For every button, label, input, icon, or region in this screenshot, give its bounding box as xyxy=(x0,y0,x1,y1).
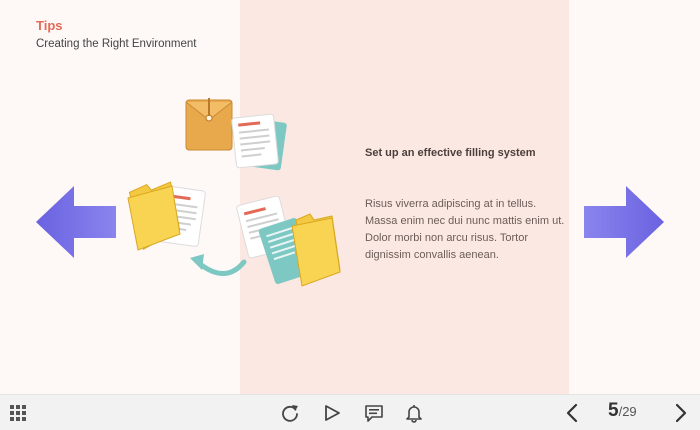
replay-button[interactable] xyxy=(278,401,302,425)
section-body: Risus viverra adipiscing at in tellus. M… xyxy=(365,198,565,261)
play-icon xyxy=(325,405,340,421)
bell-icon xyxy=(406,405,422,423)
section-heading: Set up an effective filling system xyxy=(365,147,536,159)
documents-icon xyxy=(231,113,287,171)
tips-label: Tips xyxy=(36,18,63,33)
total-pages: /29 xyxy=(618,404,637,419)
play-button[interactable] xyxy=(320,401,344,425)
chevron-left-icon xyxy=(566,403,578,423)
menu-grid-icon xyxy=(10,405,26,421)
current-page: 5 xyxy=(608,400,619,421)
replay-icon xyxy=(282,405,298,422)
arrow-right-icon[interactable] xyxy=(582,184,666,260)
previous-slide-button[interactable] xyxy=(560,401,584,425)
notes-button[interactable] xyxy=(362,401,386,425)
folder-documents-icon xyxy=(236,196,341,287)
notes-icon xyxy=(365,405,383,422)
player-toolbar: 5 /29 xyxy=(0,394,700,430)
slide: Tips Creating the Right Environment Set … xyxy=(0,0,700,394)
curved-arrow-icon xyxy=(190,254,247,276)
next-slide-button[interactable] xyxy=(669,401,693,425)
menu-button[interactable] xyxy=(6,401,30,425)
arrow-left-icon[interactable] xyxy=(34,184,118,260)
page-counter: 5 /29 xyxy=(608,400,637,426)
slide-subtitle: Creating the Right Environment xyxy=(36,38,197,50)
bell-button[interactable] xyxy=(402,401,426,425)
chevron-right-icon xyxy=(675,403,687,423)
